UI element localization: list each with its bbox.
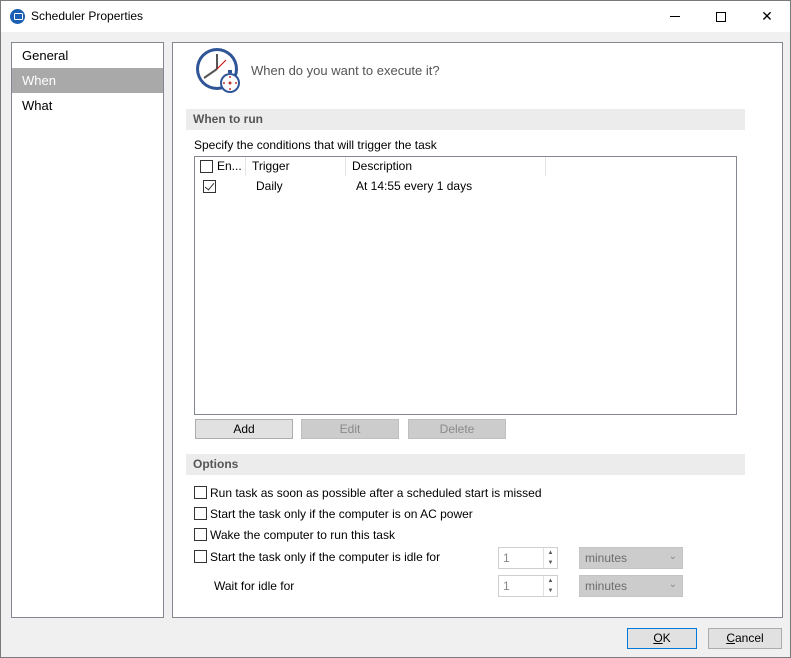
idle-down-arrow-icon[interactable]: ▼	[543, 558, 557, 568]
clock-timer-icon	[196, 48, 240, 93]
nav-item-what[interactable]: What	[12, 93, 163, 118]
scheduler-properties-window: Scheduler Properties ✕ General When What…	[0, 0, 791, 658]
ok-accelerator: O	[653, 631, 663, 645]
run-missed-label[interactable]: Run task as soon as possible after a sch…	[210, 485, 542, 501]
trigger-row[interactable]: Daily At 14:55 every 1 days	[195, 177, 736, 195]
wait-duration-value: 1	[503, 579, 510, 593]
ok-button[interactable]: OK	[627, 628, 697, 649]
cancel-button[interactable]: Cancel	[708, 628, 782, 649]
maximize-icon	[716, 11, 726, 22]
close-icon: ✕	[761, 8, 773, 24]
close-button[interactable]: ✕	[744, 1, 790, 32]
triggers-list-header: En... Trigger Description	[195, 157, 736, 176]
cancel-accelerator: C	[726, 631, 735, 645]
minimize-icon	[670, 16, 680, 17]
maximize-button[interactable]	[698, 1, 744, 32]
minimize-button[interactable]	[652, 1, 698, 32]
delete-trigger-button[interactable]: Delete	[408, 419, 506, 439]
when-to-run-section-header: When to run	[186, 109, 745, 130]
idle-up-arrow-icon[interactable]: ▲	[543, 548, 557, 558]
idle-duration-stepper[interactable]: 1 ▲ ▼	[498, 547, 558, 569]
trigger-type-cell: Daily	[256, 179, 283, 193]
options-section-header: Options	[186, 454, 745, 475]
column-description[interactable]: Description	[346, 157, 546, 176]
trigger-description-cell: At 14:55 every 1 days	[356, 179, 473, 193]
wake-computer-checkbox[interactable]	[194, 528, 207, 541]
wait-unit-value: minutes	[585, 579, 628, 593]
wait-up-arrow-icon[interactable]: ▲	[543, 576, 557, 586]
wait-unit-select[interactable]: minutes ⌄	[579, 575, 683, 597]
title-bar: Scheduler Properties ✕	[1, 1, 790, 32]
nav-item-general[interactable]: General	[12, 43, 163, 68]
when-panel: When do you want to execute it? When to …	[172, 42, 783, 618]
chevron-down-icon: ⌄	[668, 579, 677, 590]
triggers-description: Specify the conditions that will trigger…	[194, 138, 437, 152]
column-enabled[interactable]: En...	[195, 157, 246, 176]
idle-duration-value: 1	[503, 551, 510, 565]
trigger-enabled-checkbox[interactable]	[203, 180, 216, 193]
wake-computer-label[interactable]: Wake the computer to run this task	[210, 527, 395, 543]
ac-power-label[interactable]: Start the task only if the computer is o…	[210, 506, 473, 522]
ac-power-checkbox[interactable]	[194, 507, 207, 520]
idle-unit-value: minutes	[585, 551, 628, 565]
ok-label-rest: K	[662, 631, 671, 645]
chevron-down-icon: ⌄	[668, 551, 677, 562]
idle-label[interactable]: Start the task only if the computer is i…	[210, 549, 440, 565]
idle-unit-select[interactable]: minutes ⌄	[579, 547, 683, 569]
page-heading: When do you want to execute it?	[251, 63, 440, 78]
wait-down-arrow-icon[interactable]: ▼	[543, 586, 557, 596]
scheduler-app-icon	[10, 9, 25, 24]
add-trigger-button[interactable]: Add	[195, 419, 293, 439]
nav-item-when[interactable]: When	[12, 68, 163, 93]
cancel-label-rest: ancel	[734, 631, 764, 645]
column-trigger[interactable]: Trigger	[246, 157, 346, 176]
triggers-list[interactable]: En... Trigger Description Daily At 14:55…	[194, 156, 737, 415]
window-title: Scheduler Properties	[31, 9, 144, 23]
idle-checkbox[interactable]	[194, 550, 207, 563]
wait-for-idle-label: Wait for idle for	[214, 579, 295, 593]
wait-duration-stepper[interactable]: 1 ▲ ▼	[498, 575, 558, 597]
category-nav: General When What	[11, 42, 164, 618]
edit-trigger-button[interactable]: Edit	[301, 419, 399, 439]
run-missed-checkbox[interactable]	[194, 486, 207, 499]
